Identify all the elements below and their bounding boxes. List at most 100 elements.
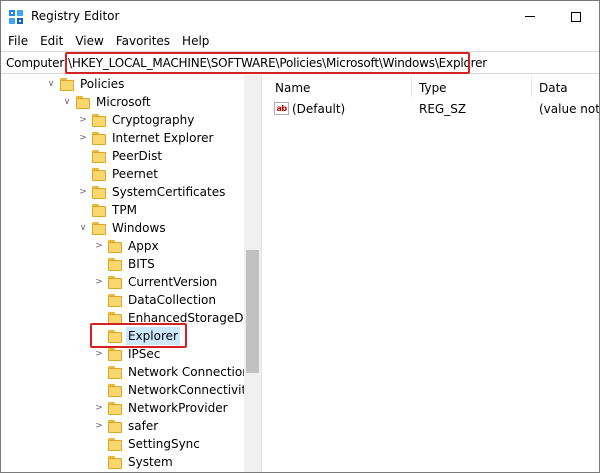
tree-node[interactable]: > CurrentVersion [93,273,219,291]
column-divider[interactable] [531,77,532,97]
tree-node-label: DataCollection [128,293,217,307]
minimize-button[interactable] [507,1,553,32]
tree-node-label: Policies [80,77,125,91]
expander-placeholder [77,147,89,165]
tree-node[interactable]: > NetworkProvider [93,399,230,417]
tree-node[interactable]: DataCollection [93,291,218,309]
tree-node-label: CurrentVersion [128,275,218,289]
column-header-name[interactable]: Name [275,81,310,95]
folder-icon [108,239,122,253]
expander-placeholder [93,435,105,453]
menu-help[interactable]: Help [176,32,215,51]
folder-icon [92,167,106,181]
tree-node[interactable]: TPM [77,201,139,219]
registry-editor-window: Registry Editor File Edit View Favorites… [0,0,600,473]
tree-node-label: safer [128,419,159,433]
tree-scrollbar-thumb[interactable] [246,250,259,373]
chevron-right-icon[interactable]: > [77,111,89,129]
tree-node[interactable]: > Appx [93,237,161,255]
expander-placeholder [77,165,89,183]
folder-icon [108,419,122,433]
tree-node[interactable]: > Cryptography [77,111,196,129]
tree-node-label: SystemCertificates [112,185,226,199]
chevron-down-icon[interactable]: ∨ [45,75,57,93]
tree-node-label: Peernet [112,167,158,181]
key-tree[interactable]: ∨ Policies ∨ Microsoft > Cryptography > Interne… [1,75,262,472]
tree-node[interactable]: > Internet Explorer [77,129,215,147]
expander-placeholder [93,453,105,471]
tree-node[interactable]: > SystemCertificates [77,183,227,201]
tree-node[interactable]: SettingSync [93,435,202,453]
folder-icon [108,455,122,469]
chevron-right-icon[interactable]: > [93,273,105,291]
string-value-icon: ab [274,102,289,115]
tree-node[interactable]: NetworkConnectivityS [93,381,261,399]
value-data: (value not s [539,102,600,116]
address-root-label: Computer [6,56,65,70]
folder-icon [108,383,122,397]
folder-icon [92,203,106,217]
tree-node-label: Network Connections [128,365,257,379]
chevron-right-icon[interactable]: > [77,129,89,147]
tree-node-label: Windows [112,221,166,235]
tree-node[interactable]: ∨ Microsoft [61,93,153,111]
window-title: Registry Editor [31,9,120,23]
chevron-right-icon[interactable]: > [93,399,105,417]
menu-edit[interactable]: Edit [34,32,69,51]
tree-node[interactable]: System [93,453,175,471]
address-bar[interactable]: Computer \HKEY_LOCAL_MACHINE\SOFTWARE\Po… [1,51,599,74]
values-pane[interactable]: Name Type Data ab (Default) REG_SZ (valu… [267,75,600,472]
expander-placeholder [77,201,89,219]
tree-node-label: Cryptography [112,113,195,127]
tree-node[interactable]: ∨ Policies [45,75,126,93]
tree-node[interactable]: > safer [93,417,160,435]
folder-icon [108,401,122,415]
address-highlight-box [65,52,470,74]
maximize-button[interactable] [553,1,599,32]
tree-node-label: System [128,455,173,469]
chevron-right-icon[interactable]: > [93,237,105,255]
chevron-down-icon[interactable]: ∨ [77,219,89,237]
expander-placeholder [93,381,105,399]
column-header-data[interactable]: Data [539,81,568,95]
tree-node[interactable]: Network Connections [93,363,258,381]
chevron-down-icon[interactable]: ∨ [61,93,73,111]
tree-node-label: Appx [128,239,159,253]
folder-icon [60,77,74,91]
chevron-right-icon[interactable]: > [77,183,89,201]
maximize-icon [571,11,581,22]
expander-placeholder [93,291,105,309]
minimize-icon [525,16,535,17]
folder-icon [108,347,122,361]
expander-placeholder [93,255,105,273]
folder-icon [108,365,122,379]
value-row-default[interactable]: ab (Default) REG_SZ (value not s [267,101,600,119]
tree-node[interactable]: BITS [93,255,157,273]
folder-icon [92,113,106,127]
tree-node-label: NetworkProvider [128,401,228,415]
folder-icon [76,95,90,109]
tree-node[interactable]: Peernet [77,165,160,183]
expander-placeholder [93,363,105,381]
tree-scrollbar[interactable] [244,75,261,472]
tree-node-label: Internet Explorer [112,131,214,145]
menu-bar: File Edit View Favorites Help [1,32,599,51]
folder-icon [108,293,122,307]
column-divider[interactable] [411,77,412,97]
menu-file[interactable]: File [1,32,34,51]
tree-node[interactable]: PeerDist [77,147,164,165]
value-type: REG_SZ [419,102,467,116]
tree-node-label: TPM [112,203,137,217]
chevron-right-icon[interactable]: > [93,417,105,435]
menu-favorites[interactable]: Favorites [110,32,176,51]
folder-icon [108,437,122,451]
tree-node[interactable]: ∨ Windows [77,219,168,237]
tree-node-label: Microsoft [96,95,151,109]
folder-icon [92,131,106,145]
column-header-type[interactable]: Type [419,81,447,95]
registry-editor-icon [9,10,23,24]
folder-icon [92,185,106,199]
menu-view[interactable]: View [69,32,109,51]
selected-key-highlight-box [90,323,187,348]
tree-node-label: SettingSync [128,437,200,451]
